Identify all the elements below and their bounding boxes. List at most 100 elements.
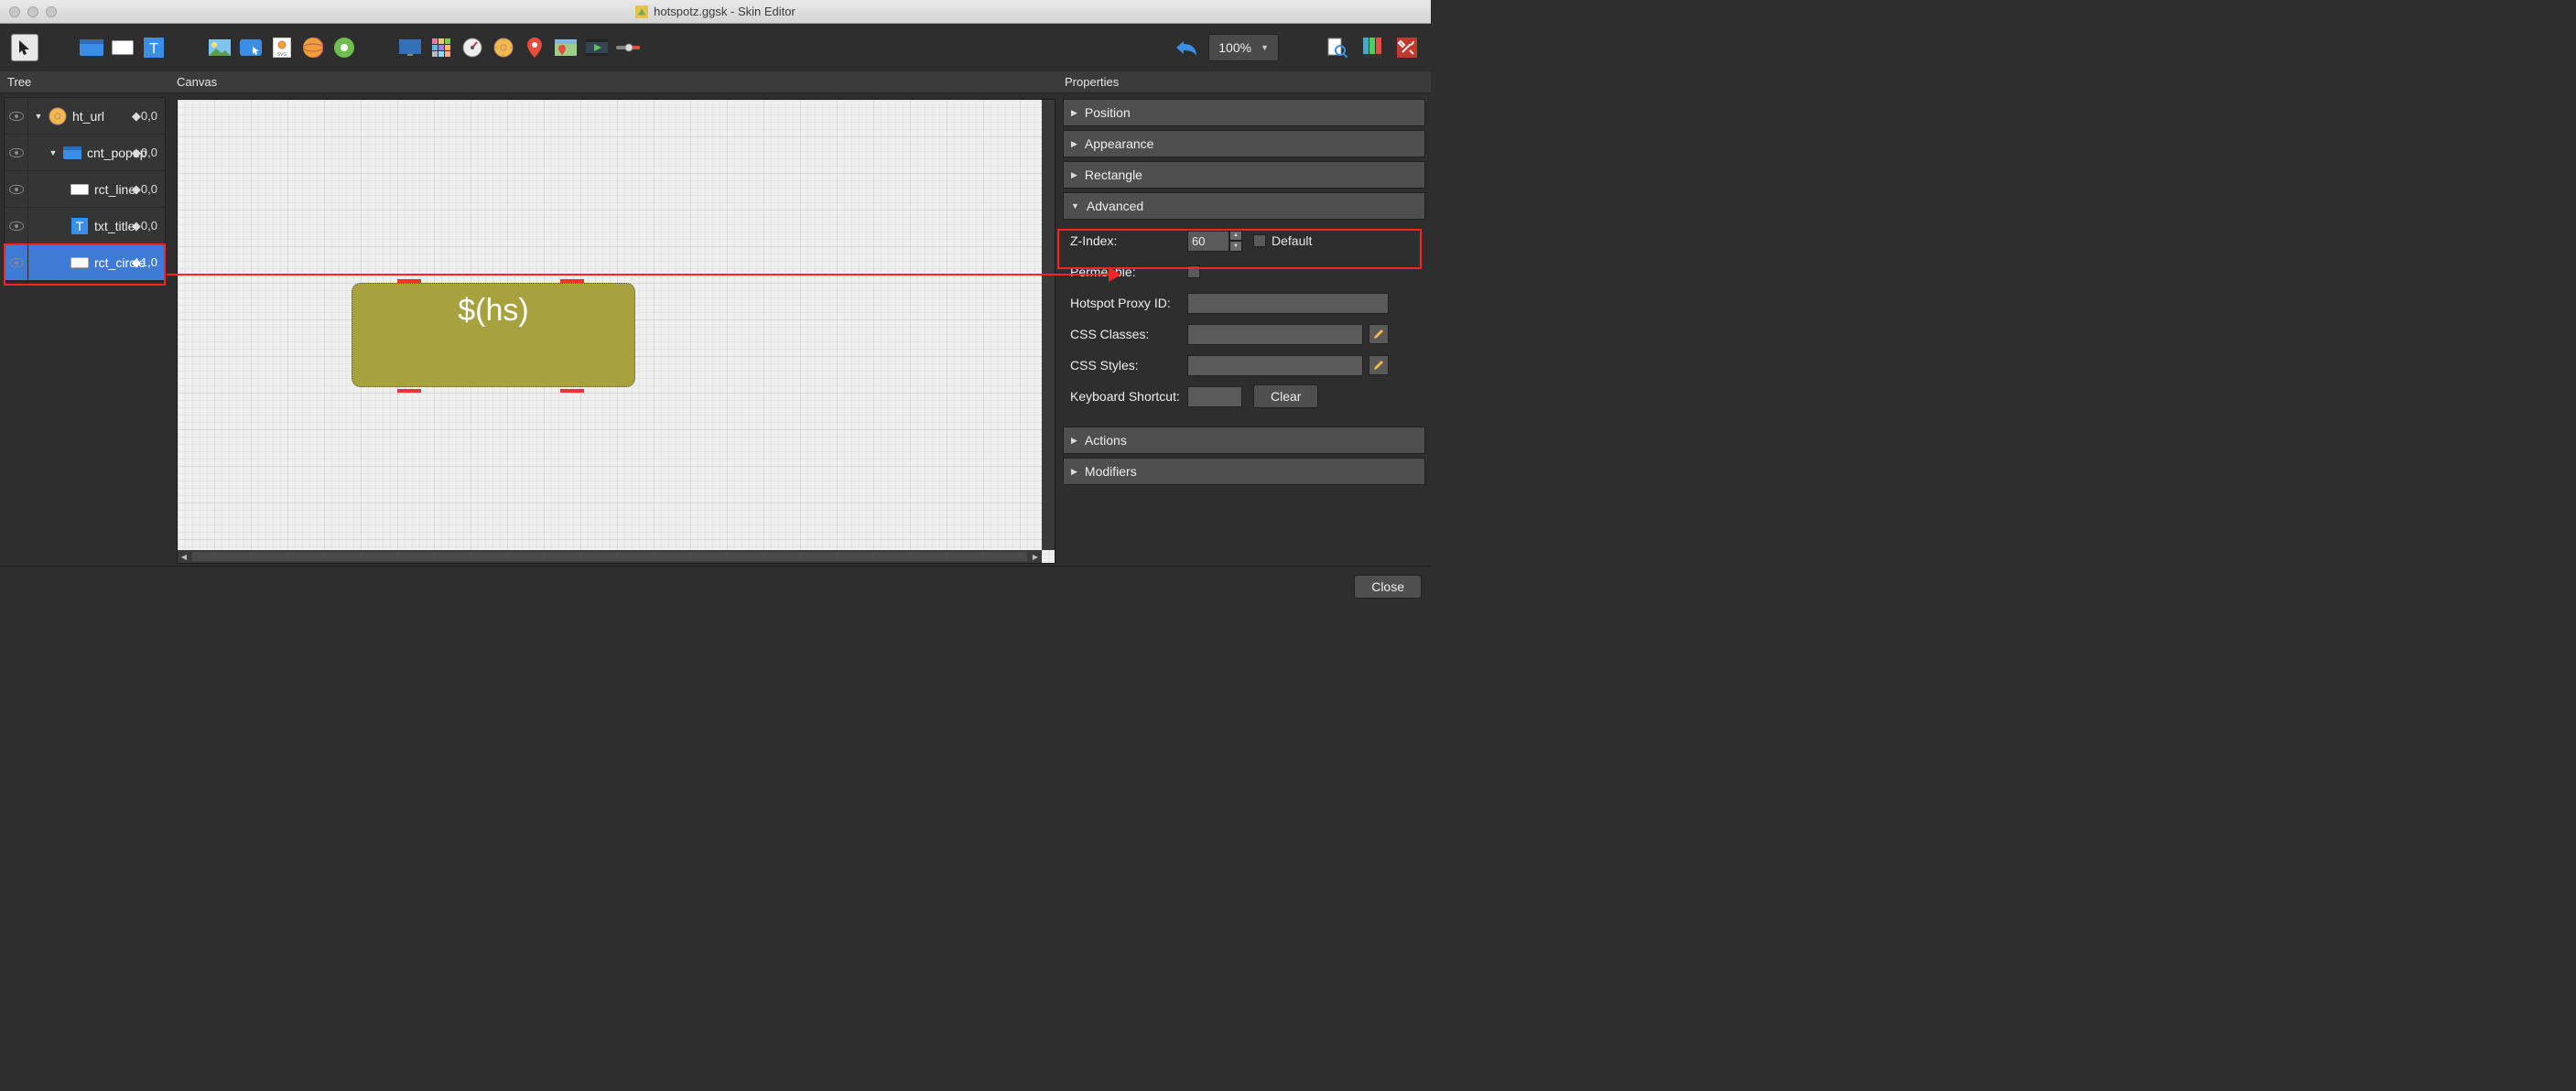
visibility-toggle[interactable]: [5, 135, 28, 170]
edit-css-styles-button[interactable]: [1369, 355, 1389, 375]
tree-row-ht-url[interactable]: ▼ ht_url ◆0,0: [5, 98, 165, 135]
color-tool-icon[interactable]: [1359, 35, 1385, 60]
section-position[interactable]: ▶Position: [1063, 99, 1425, 126]
row-hotspot-proxy: Hotspot Proxy ID:: [1070, 289, 1423, 317]
zoom-value: 100%: [1218, 40, 1251, 55]
spin-down-icon[interactable]: ▼: [1229, 241, 1242, 252]
visibility-toggle[interactable]: [5, 98, 28, 134]
undo-icon[interactable]: [1174, 35, 1199, 60]
tools-icon[interactable]: [1394, 35, 1420, 60]
marker-tool-icon[interactable]: [522, 35, 547, 60]
section-label: Rectangle: [1085, 167, 1142, 182]
screen-tool-icon[interactable]: [397, 35, 423, 60]
visibility-toggle[interactable]: [5, 208, 28, 243]
row-keyboard-shortcut: Keyboard Shortcut: Clear: [1070, 383, 1423, 410]
tree-row-rct-circle[interactable]: rct_circle ◆1,0: [5, 244, 165, 281]
slider-tool-icon[interactable]: [615, 35, 641, 60]
pointer-tool[interactable]: [11, 34, 38, 61]
text-tool-icon[interactable]: T: [141, 35, 167, 60]
keyboard-shortcut-label: Keyboard Shortcut:: [1070, 389, 1187, 404]
tree-label: ht_url: [72, 109, 104, 124]
advanced-body: Z-Index: ▲▼ Default Permeable: Hotspot P…: [1063, 223, 1425, 427]
chevron-down-icon: ▼: [1071, 201, 1079, 211]
tree-row-rct-line[interactable]: rct_line ◆0,0: [5, 171, 165, 208]
scroll-left-icon[interactable]: ◀: [178, 550, 190, 563]
permeable-checkbox[interactable]: [1187, 265, 1200, 278]
disclosure-triangle-icon[interactable]: ▼: [49, 148, 58, 157]
section-rectangle[interactable]: ▶Rectangle: [1063, 161, 1425, 189]
selection-handle[interactable]: [397, 279, 421, 283]
image-tool-icon[interactable]: [207, 35, 233, 60]
properties-header: Properties: [1057, 71, 1431, 93]
close-button[interactable]: Close: [1354, 575, 1422, 599]
zindex-spinner[interactable]: ▲▼: [1187, 231, 1244, 252]
permeable-label: Permeable:: [1070, 265, 1187, 279]
canvas-viewport[interactable]: $(hs) ◀ ▶: [177, 99, 1055, 564]
footer: Close: [0, 566, 1431, 606]
svg-text:SVG: SVG: [277, 52, 287, 58]
spin-up-icon[interactable]: ▲: [1229, 231, 1242, 242]
section-label: Advanced: [1087, 199, 1143, 213]
svg-text:T: T: [149, 41, 158, 57]
rectangle-tool-icon[interactable]: [110, 35, 135, 60]
disclosure-triangle-icon[interactable]: ▼: [34, 112, 43, 121]
zindex-label: Z-Index:: [1070, 233, 1187, 248]
css-classes-input[interactable]: [1187, 324, 1363, 345]
scroll-track[interactable]: [192, 552, 1027, 561]
grid-tool-icon[interactable]: [428, 35, 454, 60]
tree-anchor: ◆0,0: [132, 146, 157, 160]
default-checkbox[interactable]: [1253, 234, 1266, 247]
container-tool-icon[interactable]: [79, 35, 104, 60]
keyboard-shortcut-input[interactable]: [1187, 386, 1242, 407]
gauge-tool-icon[interactable]: [460, 35, 485, 60]
tree-row-cnt-popup[interactable]: ▼ cnt_popup ◆0,0: [5, 135, 165, 171]
tree-anchor: ◆0,0: [132, 219, 157, 233]
css-styles-input[interactable]: [1187, 355, 1363, 376]
tree-anchor: ◆0,0: [132, 109, 157, 124]
eye-icon: [9, 221, 24, 231]
compass-tool-icon[interactable]: [491, 35, 516, 60]
zoom-dropdown[interactable]: 100% ▼: [1208, 34, 1279, 61]
section-label: Position: [1085, 105, 1131, 120]
hotspot-proxy-input[interactable]: [1187, 293, 1389, 314]
canvas-header: Canvas: [169, 71, 1057, 93]
visibility-toggle[interactable]: [5, 171, 28, 207]
nodemap-tool-icon[interactable]: [331, 35, 357, 60]
chevron-right-icon: ▶: [1071, 467, 1077, 477]
edit-css-classes-button[interactable]: [1369, 324, 1389, 344]
tree-anchor: ◆0,0: [132, 182, 157, 197]
visibility-toggle[interactable]: [5, 244, 28, 280]
zindex-input[interactable]: [1187, 231, 1229, 252]
map-tool-icon[interactable]: [553, 35, 579, 60]
tree-header: Tree: [0, 71, 169, 93]
horizontal-scrollbar[interactable]: ◀ ▶: [178, 550, 1042, 563]
find-tool-icon[interactable]: [1325, 35, 1350, 60]
selection-handle[interactable]: [560, 389, 584, 393]
app-icon: [635, 5, 648, 18]
tree-row-txt-title[interactable]: T txt_title ◆0,0: [5, 208, 165, 244]
window-title: hotspotz.ggsk - Skin Editor: [0, 5, 1431, 18]
chevron-down-icon: ▼: [1261, 43, 1269, 52]
eye-icon: [9, 185, 24, 194]
selection-handle[interactable]: [560, 279, 584, 283]
row-css-styles: CSS Styles:: [1070, 351, 1423, 379]
button-tool-icon[interactable]: [238, 35, 264, 60]
vertical-scrollbar[interactable]: [1042, 100, 1055, 550]
default-label: Default: [1272, 233, 1312, 248]
container-icon: [63, 146, 81, 159]
tree: ▼ ht_url ◆0,0 ▼ cnt_popup ◆0,0: [4, 97, 166, 282]
hotspot-proxy-label: Hotspot Proxy ID:: [1070, 296, 1187, 310]
rect-icon: [70, 183, 89, 196]
section-modifiers[interactable]: ▶Modifiers: [1063, 458, 1425, 485]
video-tool-icon[interactable]: [584, 35, 610, 60]
clear-shortcut-button[interactable]: Clear: [1253, 384, 1318, 408]
scroll-right-icon[interactable]: ▶: [1029, 550, 1042, 563]
section-advanced[interactable]: ▼ Advanced: [1063, 192, 1425, 220]
section-appearance[interactable]: ▶Appearance: [1063, 130, 1425, 157]
svg-tool-icon[interactable]: SVG: [269, 35, 295, 60]
globe-tool-icon[interactable]: [300, 35, 326, 60]
selection-handle[interactable]: [397, 389, 421, 393]
section-actions[interactable]: ▶Actions: [1063, 427, 1425, 454]
canvas-element-popup[interactable]: $(hs): [352, 283, 635, 387]
canvas-placeholder-text: $(hs): [458, 293, 528, 329]
